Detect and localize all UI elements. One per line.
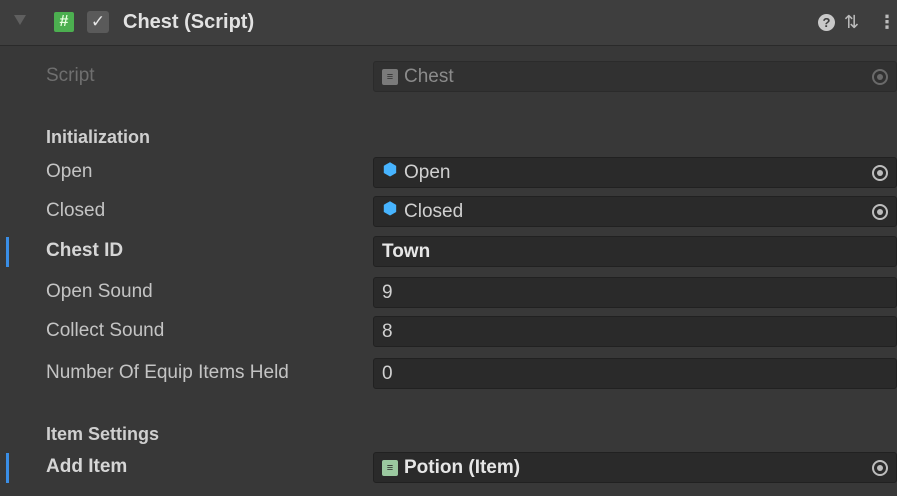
component-title: Chest (Script): [123, 11, 255, 33]
add-item-row: Add Item ≡ Potion (Item): [0, 449, 897, 486]
add-item-label: Add Item: [46, 456, 128, 477]
object-picker-icon[interactable]: [872, 460, 888, 476]
object-picker-icon[interactable]: [872, 204, 888, 220]
object-picker-icon[interactable]: [872, 165, 888, 181]
closed-label: Closed: [46, 200, 106, 221]
script-value: Chest: [404, 66, 454, 87]
open-sound-label: Open Sound: [46, 281, 153, 302]
closed-value: Closed: [404, 201, 464, 222]
foldout-arrow-icon[interactable]: [14, 15, 26, 25]
more-options-icon[interactable]: ⋮: [878, 12, 896, 33]
prefab-cube-icon: ⬢: [382, 160, 398, 179]
prefab-cube-icon: ⬢: [382, 199, 398, 218]
script-row: Script ≡ Chest: [0, 58, 897, 95]
help-icon[interactable]: ?: [818, 14, 835, 31]
script-field: ≡ Chest: [373, 61, 897, 92]
open-sound-row: Open Sound 9: [0, 274, 897, 311]
scriptable-object-icon: ≡: [382, 460, 398, 476]
chest-id-field[interactable]: Town: [373, 236, 897, 267]
collect-sound-label: Collect Sound: [46, 320, 165, 341]
script-file-icon: ≡: [382, 69, 398, 85]
num-equip-field[interactable]: 0: [373, 358, 897, 389]
script-label: Script: [46, 65, 95, 86]
object-picker-icon: [872, 69, 888, 85]
add-item-field[interactable]: ≡ Potion (Item): [373, 452, 897, 483]
add-item-value: Potion (Item): [404, 457, 521, 478]
collect-sound-field[interactable]: 8: [373, 316, 897, 347]
num-equip-value: 0: [382, 363, 393, 384]
chest-id-value: Town: [382, 241, 431, 262]
open-field[interactable]: ⬢ Open: [373, 157, 897, 188]
open-value: Open: [404, 162, 451, 183]
num-equip-label: Number Of Equip Items Held: [46, 362, 289, 383]
collect-sound-value: 8: [382, 321, 393, 342]
section-initialization: Initialization: [46, 127, 151, 147]
num-equip-row: Number Of Equip Items Held 0: [0, 355, 897, 392]
presets-icon[interactable]: ⇅: [844, 12, 859, 33]
closed-field[interactable]: ⬢ Closed: [373, 196, 897, 227]
closed-row: Closed ⬢ Closed: [0, 193, 897, 230]
open-sound-field[interactable]: 9: [373, 277, 897, 308]
override-marker: [6, 237, 9, 267]
chest-id-row: Chest ID Town: [0, 233, 897, 270]
component-header[interactable]: # ✓ Chest (Script) ? ⇅ ⋮: [0, 0, 897, 46]
script-icon: #: [54, 12, 74, 32]
chest-id-label: Chest ID: [46, 240, 124, 261]
open-sound-value: 9: [382, 282, 393, 303]
collect-sound-row: Collect Sound 8: [0, 313, 897, 350]
enabled-checkbox[interactable]: ✓: [87, 11, 109, 33]
open-label: Open: [46, 161, 93, 182]
override-marker: [6, 453, 9, 483]
open-row: Open ⬢ Open: [0, 154, 897, 191]
section-item-settings: Item Settings: [46, 424, 160, 444]
